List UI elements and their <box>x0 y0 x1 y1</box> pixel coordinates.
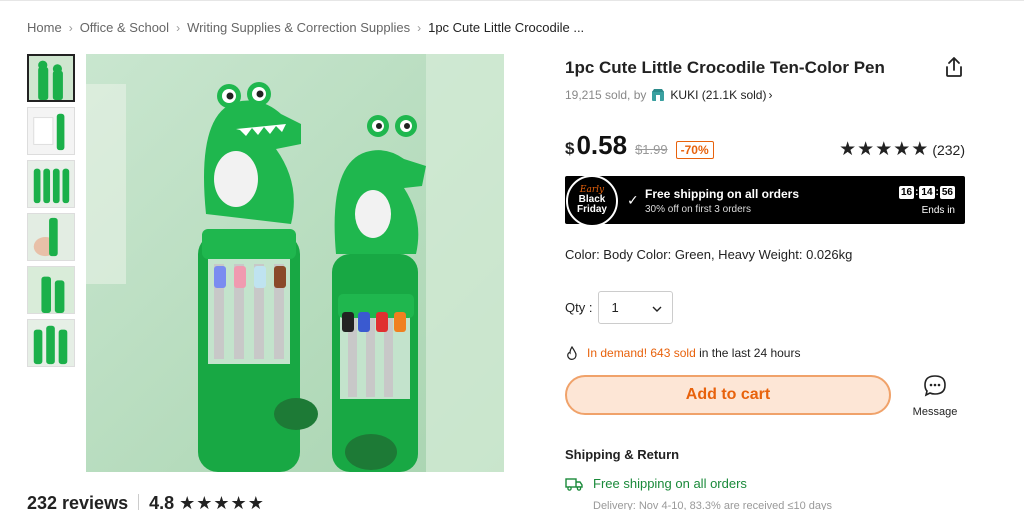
store-icon <box>651 88 665 102</box>
timer-colon: : <box>935 187 939 198</box>
quantity-row: Qty : 1 <box>565 291 674 324</box>
rating-count: (232) <box>932 141 965 158</box>
chat-icon <box>924 375 946 397</box>
chevron-down-icon <box>652 300 662 315</box>
main-product-image[interactable] <box>86 54 504 472</box>
shipping-heading: Shipping & Return <box>565 447 680 462</box>
chevron-right-icon: › <box>68 21 73 35</box>
rating-stars: ★★★★★ <box>839 139 930 160</box>
product-thumbnail-image <box>28 161 74 207</box>
thumbnail-2[interactable] <box>27 107 75 155</box>
reviews-divider <box>138 494 140 510</box>
crocodile-pen-illustration <box>86 54 504 472</box>
timer-minutes: 14 <box>919 186 935 199</box>
black-friday-badge: Early Black Friday <box>566 175 618 227</box>
promo-banner: Early Black Friday ✓ Free shipping on al… <box>565 175 965 227</box>
badge-friday-text: Friday <box>576 204 607 215</box>
qty-value: 1 <box>611 300 619 315</box>
product-title: 1pc Cute Little Crocodile Ten-Color Pen <box>565 58 885 77</box>
chevron-right-icon: › <box>768 88 773 102</box>
color-spec: Color: Body Color: Green, Heavy Weight: … <box>565 247 853 262</box>
product-thumbnail-image <box>29 56 73 100</box>
promo-subtitle: 30% off on first 3 orders <box>645 204 751 215</box>
original-price: $1.99 <box>635 142 668 157</box>
product-thumbnail-image <box>28 267 74 313</box>
flame-icon <box>565 345 579 360</box>
timer-seconds: 56 <box>939 186 955 199</box>
ends-in-label: Ends in <box>921 205 955 216</box>
demand-hot-text: In demand! 643 sold <box>587 346 696 360</box>
thumbnail-6[interactable] <box>27 319 75 367</box>
current-price: 0.58 <box>576 130 628 160</box>
chevron-right-icon: › <box>417 21 422 35</box>
delivery-info: Delivery: Nov 4-10, 83.3% are received ≤… <box>593 500 832 510</box>
thumbnail-list <box>27 54 75 372</box>
timer-hours: 16 <box>898 186 915 199</box>
breadcrumb-writing-supplies[interactable]: Writing Supplies & Correction Supplies <box>187 20 410 35</box>
store-link[interactable]: KUKI (21.1K sold) <box>670 88 766 102</box>
promo-title: Free shipping on all orders <box>645 187 800 201</box>
breadcrumb-home[interactable]: Home <box>27 20 62 35</box>
product-thumbnail-image <box>28 320 74 366</box>
sold-count: 19,215 sold, by <box>565 88 647 102</box>
sold-line: 19,215 sold, by KUKI (21.1K sold) › <box>565 88 772 102</box>
thumbnail-5[interactable] <box>27 266 75 314</box>
quantity-select[interactable]: 1 <box>598 291 674 324</box>
discount-badge: -70% <box>675 141 714 159</box>
countdown-timer: 16:14:56 <box>898 186 955 199</box>
demand-notice: In demand! 643 sold in the last 24 hours <box>565 345 801 360</box>
breadcrumb-current: 1pc Cute Little Crocodile ... <box>428 20 585 35</box>
timer-colon: : <box>915 187 919 198</box>
product-thumbnail-image <box>28 214 74 260</box>
product-thumbnail-image <box>28 108 74 154</box>
price-currency: $ <box>565 139 575 158</box>
free-shipping-text: Free shipping on all orders <box>593 476 747 491</box>
chevron-right-icon: › <box>176 21 181 35</box>
thumbnail-4[interactable] <box>27 213 75 261</box>
free-shipping-line: Free shipping on all orders <box>565 476 747 491</box>
reviews-header: 232 reviews 4.8 ★★★★★ <box>27 493 265 510</box>
message-label: Message <box>912 406 958 418</box>
check-icon: ✓ <box>627 192 639 208</box>
reviews-score: 4.8 <box>149 493 175 510</box>
thumbnail-1[interactable] <box>27 54 75 102</box>
demand-rest-text: in the last 24 hours <box>695 346 801 360</box>
share-icon[interactable] <box>943 56 965 78</box>
price-row: $ 0.58 $1.99 -70% <box>565 130 714 161</box>
rating-summary[interactable]: ★★★★★ (232) <box>839 138 965 161</box>
add-to-cart-button[interactable]: Add to cart <box>565 375 891 415</box>
reviews-count: 232 reviews <box>27 493 129 510</box>
message-button[interactable]: Message <box>908 374 962 420</box>
reviews-stars: ★★★★★ <box>179 493 265 510</box>
truck-icon <box>565 477 583 491</box>
top-divider <box>0 0 1024 1</box>
breadcrumb: Home › Office & School › Writing Supplies & … <box>27 20 584 35</box>
qty-label: Qty : <box>565 300 593 315</box>
thumbnail-3[interactable] <box>27 160 75 208</box>
breadcrumb-office-school[interactable]: Office & School <box>80 20 169 35</box>
